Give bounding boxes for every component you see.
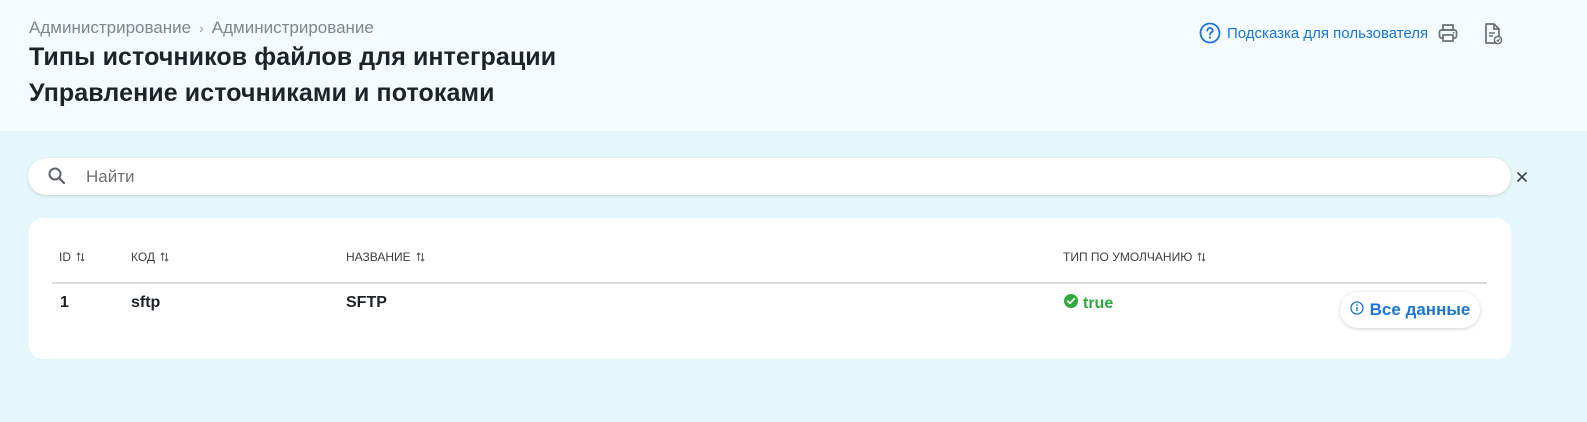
help-link-label: Подсказка для пользователя xyxy=(1227,24,1429,42)
breadcrumb-separator: › xyxy=(199,20,204,36)
document-export-icon xyxy=(1482,23,1504,50)
sort-icon xyxy=(416,252,425,262)
search-bar xyxy=(28,158,1527,195)
info-icon xyxy=(1350,300,1364,320)
export-button[interactable] xyxy=(1482,22,1504,51)
cell-code: sftp xyxy=(131,294,161,311)
printer-icon xyxy=(1437,24,1459,48)
cell-name: SFTP xyxy=(346,294,387,311)
page-title: Типы источников файлов для интеграции xyxy=(29,43,557,71)
cell-default-type: true xyxy=(1064,294,1113,313)
help-link[interactable]: Подсказка для пользователя xyxy=(1199,22,1428,44)
column-header-label: НАЗВАНИЕ xyxy=(346,250,411,264)
column-header-id[interactable]: ID xyxy=(59,250,85,264)
data-table: ID КОД НАЗВАНИЕ ТИП ПО УМОЛЧАНИЮ 1 sftp … xyxy=(29,218,1511,359)
breadcrumb: Администрирование › Администрирование xyxy=(29,18,374,38)
search-input[interactable] xyxy=(84,158,1464,195)
cell-id: 1 xyxy=(60,294,69,311)
check-circle-icon xyxy=(1064,294,1078,313)
all-data-button-label: Все данные xyxy=(1369,300,1471,319)
column-header-label: ID xyxy=(59,250,71,264)
close-icon[interactable] xyxy=(1515,170,1529,189)
sort-icon xyxy=(1197,252,1206,262)
search-icon xyxy=(47,166,67,191)
page-header: Администрирование › Администрирование Ти… xyxy=(0,0,1587,131)
breadcrumb-item[interactable]: Администрирование xyxy=(212,18,374,38)
sort-icon xyxy=(76,252,85,262)
page-subtitle: Управление источниками и потоками xyxy=(29,79,495,107)
sort-icon xyxy=(160,252,169,262)
column-header-code[interactable]: КОД xyxy=(131,250,169,264)
default-type-value: true xyxy=(1083,294,1114,312)
breadcrumb-item[interactable]: Администрирование xyxy=(29,18,191,38)
column-header-default-type[interactable]: ТИП ПО УМОЛЧАНИЮ xyxy=(1063,250,1206,264)
column-header-name[interactable]: НАЗВАНИЕ xyxy=(346,250,425,264)
print-button[interactable] xyxy=(1437,22,1459,49)
table-header-divider xyxy=(52,282,1487,284)
header-actions: Подсказка для пользователя xyxy=(1199,22,1428,44)
column-header-label: КОД xyxy=(131,250,156,264)
column-header-label: ТИП ПО УМОЛЧАНИЮ xyxy=(1063,250,1193,264)
question-circle-icon xyxy=(1199,22,1221,44)
all-data-button[interactable]: Все данные xyxy=(1340,292,1480,328)
